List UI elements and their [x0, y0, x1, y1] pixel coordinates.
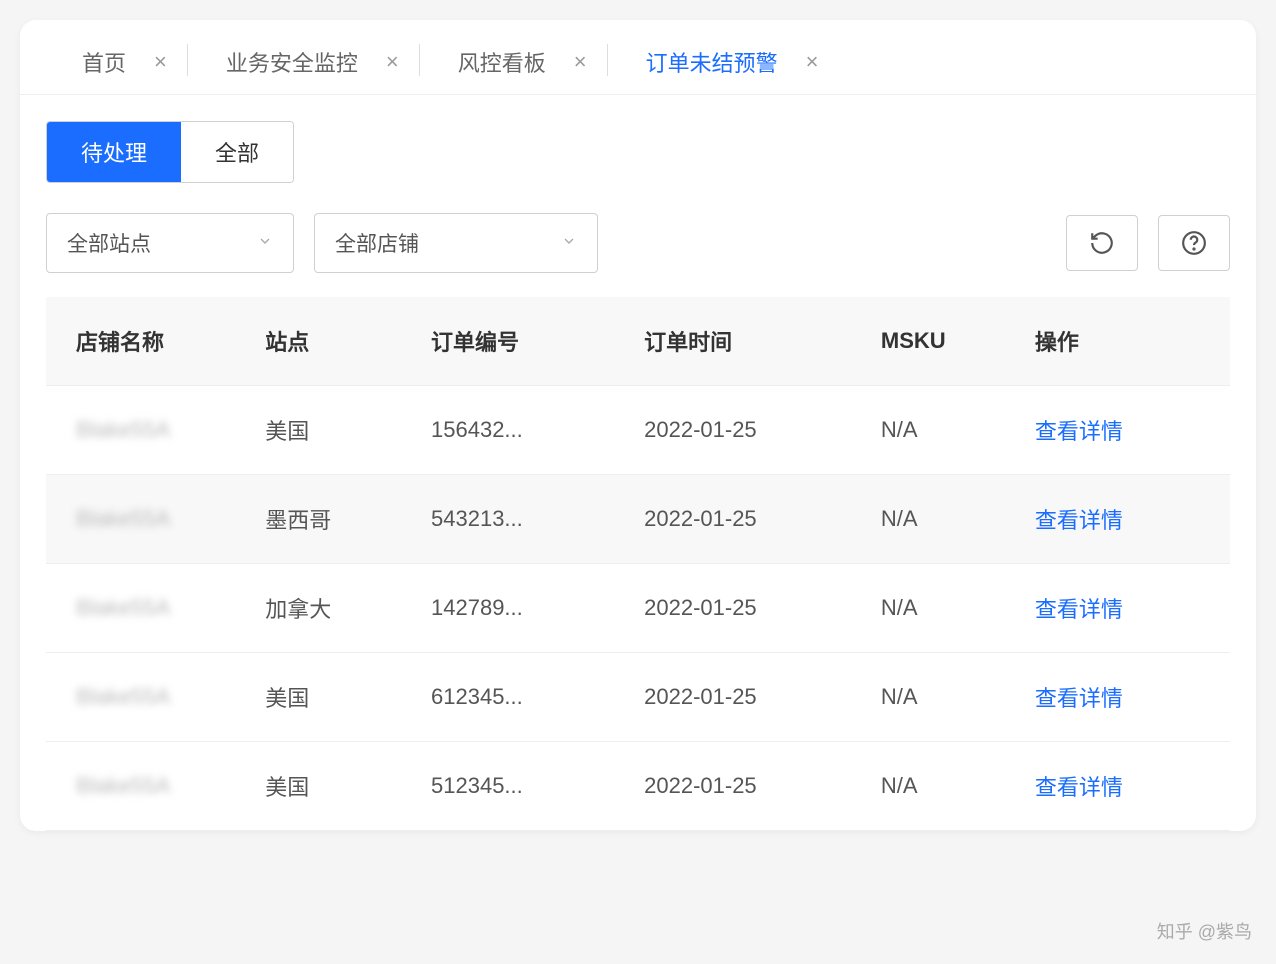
orders-table: 店铺名称 站点 订单编号 订单时间 MSKU 操作 Blake55A 美国 15… [46, 297, 1230, 831]
tab-label: 业务安全监控 [226, 46, 358, 78]
cell-order-no: 612345... [413, 653, 626, 742]
tab-label: 首页 [82, 46, 126, 78]
chevron-down-icon [257, 231, 273, 255]
column-header-action: 操作 [1017, 297, 1230, 386]
cell-order-no: 512345... [413, 742, 626, 831]
select-value: 全部站点 [67, 228, 151, 258]
tab-risk-dashboard[interactable]: 风控看板 × [420, 34, 607, 94]
tab-security-monitor[interactable]: 业务安全监控 × [188, 34, 419, 94]
table-row: Blake55A 墨西哥 543213... 2022-01-25 N/A 查看… [46, 475, 1230, 564]
filter-tab-all[interactable]: 全部 [181, 122, 293, 182]
view-detail-link[interactable]: 查看详情 [1035, 686, 1123, 711]
chevron-down-icon [561, 231, 577, 255]
cell-site: 美国 [247, 742, 413, 831]
column-header-site: 站点 [247, 297, 413, 386]
cell-time: 2022-01-25 [626, 475, 863, 564]
refresh-icon [1089, 230, 1115, 256]
table-row: Blake55A 美国 612345... 2022-01-25 N/A 查看详… [46, 653, 1230, 742]
help-button[interactable] [1158, 215, 1230, 271]
view-detail-link[interactable]: 查看详情 [1035, 775, 1123, 800]
cell-store: Blake55A [76, 506, 170, 531]
cell-time: 2022-01-25 [626, 386, 863, 475]
view-detail-link[interactable]: 查看详情 [1035, 508, 1123, 533]
column-header-order-no: 订单编号 [413, 297, 626, 386]
watermark: 知乎 @紫鸟 [1157, 918, 1252, 944]
cell-site: 加拿大 [247, 564, 413, 653]
table-row: Blake55A 加拿大 142789... 2022-01-25 N/A 查看… [46, 564, 1230, 653]
cell-msku: N/A [863, 564, 1017, 653]
cell-store: Blake55A [76, 773, 170, 798]
cell-order-no: 543213... [413, 475, 626, 564]
refresh-button[interactable] [1066, 215, 1138, 271]
cell-msku: N/A [863, 475, 1017, 564]
cell-time: 2022-01-25 [626, 653, 863, 742]
toolbar: 全部站点 全部店铺 [46, 213, 1230, 273]
close-icon[interactable]: × [154, 51, 167, 73]
tab-label: 订单未结预警 [646, 46, 778, 78]
cell-order-no: 156432... [413, 386, 626, 475]
filter-tab-pending[interactable]: 待处理 [47, 122, 181, 182]
cell-site: 美国 [247, 386, 413, 475]
table-row: Blake55A 美国 156432... 2022-01-25 N/A 查看详… [46, 386, 1230, 475]
cell-site: 美国 [247, 653, 413, 742]
table-header-row: 店铺名称 站点 订单编号 订单时间 MSKU 操作 [46, 297, 1230, 386]
site-select[interactable]: 全部站点 [46, 213, 294, 273]
view-detail-link[interactable]: 查看详情 [1035, 419, 1123, 444]
tab-order-warning[interactable]: 订单未结预警 × [608, 34, 839, 94]
column-header-msku: MSKU [863, 297, 1017, 386]
column-header-time: 订单时间 [626, 297, 863, 386]
column-header-store: 店铺名称 [46, 297, 247, 386]
close-icon[interactable]: × [574, 51, 587, 73]
cell-order-no: 142789... [413, 564, 626, 653]
tab-home[interactable]: 首页 × [44, 34, 187, 94]
cell-site: 墨西哥 [247, 475, 413, 564]
cell-msku: N/A [863, 742, 1017, 831]
help-icon [1181, 230, 1207, 256]
cell-msku: N/A [863, 386, 1017, 475]
tab-bar: 首页 × 业务安全监控 × 风控看板 × 订单未结预警 × [20, 20, 1256, 95]
select-value: 全部店铺 [335, 228, 419, 258]
view-detail-link[interactable]: 查看详情 [1035, 597, 1123, 622]
cell-time: 2022-01-25 [626, 564, 863, 653]
cell-store: Blake55A [76, 595, 170, 620]
cell-time: 2022-01-25 [626, 742, 863, 831]
cell-store: Blake55A [76, 417, 170, 442]
close-icon[interactable]: × [386, 51, 399, 73]
cell-msku: N/A [863, 653, 1017, 742]
close-icon[interactable]: × [806, 51, 819, 73]
table-row: Blake55A 美国 512345... 2022-01-25 N/A 查看详… [46, 742, 1230, 831]
store-select[interactable]: 全部店铺 [314, 213, 598, 273]
filter-tab-group: 待处理 全部 [46, 121, 294, 183]
cell-store: Blake55A [76, 684, 170, 709]
tab-label: 风控看板 [458, 46, 546, 78]
